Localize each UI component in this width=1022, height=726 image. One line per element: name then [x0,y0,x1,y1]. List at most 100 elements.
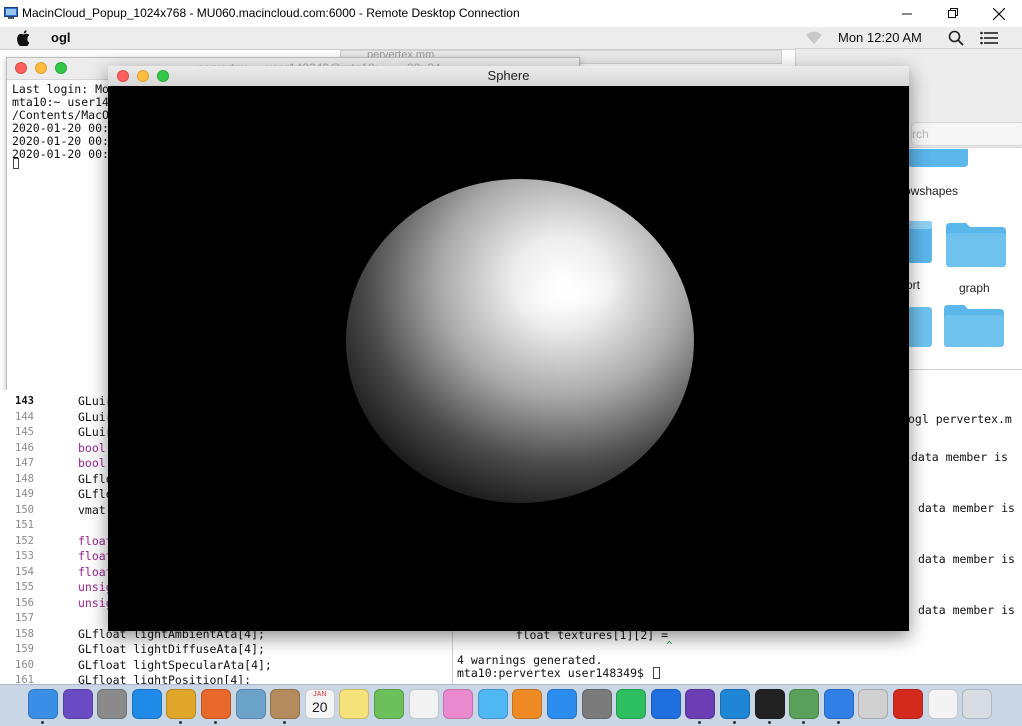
line-number: 152 [15,534,34,547]
terminal-close-button[interactable] [15,62,27,74]
menu-clock[interactable]: Mon 12:20 AM [838,30,922,45]
line-number: 151 [15,519,34,531]
running-indicator [41,721,44,724]
running-indicator [214,721,217,724]
minimize-button[interactable] [884,0,930,27]
folder-icon[interactable] [944,303,1004,347]
evernote-icon[interactable] [616,689,647,719]
terminal-zoom-button[interactable] [55,62,67,74]
running-indicator [802,721,806,724]
preview-icon[interactable] [235,689,266,719]
line-number: 150 [15,503,34,516]
line-number: 145 [15,426,34,438]
line-number: 157 [15,612,34,624]
terminal-line: 2020-01-20 00: [12,147,109,161]
mac-menu-bar: ogl Mon 12:20 AM [0,27,1022,50]
finder-search-field[interactable]: rch [911,122,1022,146]
calendar-icon[interactable]: JAN 20 [304,689,335,719]
restore-icon [947,8,958,18]
line-number: 143 [15,395,34,407]
wifi-icon[interactable] [805,31,823,45]
chrome-icon[interactable] [166,689,197,719]
minimize-icon [901,13,912,15]
visual-studio-icon[interactable] [685,689,716,719]
line-number-gutter: 143 144 145 146 147 148 149 150 151 152 153 154 155 1… [0,390,62,686]
folder-icon[interactable] [908,307,932,347]
restore-button[interactable] [930,0,976,27]
terminal-line: Last login: Mo [12,82,109,96]
folder-icon[interactable] [946,221,1006,267]
code-line: GLfloat lightSpecularAta[4]; [78,657,272,672]
instruments-icon[interactable] [858,689,889,719]
line-number: 159 [15,643,34,655]
firefox-icon[interactable] [201,689,231,719]
running-indicator [283,721,287,724]
running-indicator [698,721,702,724]
code-line: bool [78,456,106,470]
console-command-line: ogl pervertex.m [908,412,1012,426]
terminal-minimize-button[interactable] [35,62,47,74]
notes-icon[interactable] [339,689,370,719]
terminal-line: 2020-01-20 00: [12,121,109,135]
remote-desktop-icon [4,7,18,19]
finder-icon[interactable] [28,689,58,719]
line-number: 148 [15,472,34,485]
apple-menu-icon[interactable] [17,30,31,46]
books-icon[interactable] [512,689,543,719]
line-number: 153 [15,550,34,562]
running-indicator [179,721,183,724]
opengl-canvas[interactable] [108,86,909,631]
notification-center-icon[interactable] [980,31,998,45]
line-number: 146 [15,441,34,454]
menu-app-name[interactable]: ogl [51,30,71,45]
messages-icon[interactable] [477,689,508,719]
xcode-icon[interactable] [823,689,854,719]
code-line: vmat [78,502,106,517]
rdp-title-bar: MacinCloud_Popup_1024x768 - MU060.macinc… [0,0,1022,27]
safari-icon[interactable] [131,689,162,719]
close-button[interactable] [976,0,1022,27]
terminal-line: /Contents/MacO [12,108,109,122]
calendar-day: 20 [312,699,328,715]
spotlight-search-icon[interactable] [948,30,964,46]
console-caret: ^ [666,639,673,652]
console-warning: data member is [911,450,1008,464]
running-indicator [733,721,736,724]
line-number: 158 [15,627,34,640]
sphere-title-bar[interactable]: Sphere [108,66,909,87]
siri-icon[interactable] [62,689,93,719]
console-warning: data member is [918,501,1015,515]
android-studio-icon[interactable] [789,689,820,719]
sphere-window-title: Sphere [487,68,530,83]
photos-icon[interactable] [443,689,474,719]
finder-item-label[interactable]: owshapes [904,184,958,198]
terminal-icon[interactable] [754,689,785,719]
launchpad-icon[interactable] [97,689,128,719]
acrobat-icon[interactable] [893,689,923,719]
rendered-sphere [346,179,694,503]
folder-icon[interactable] [908,221,932,263]
dock: JAN 20 [0,684,1022,726]
running-indicator [767,721,771,724]
console-warning: data member is [918,552,1015,566]
vscode-icon[interactable] [720,689,750,719]
finder-item-label[interactable]: graph [959,281,990,295]
maps-icon[interactable] [374,689,404,719]
line-number: 160 [15,658,34,671]
dropbox-icon[interactable] [650,689,681,719]
close-icon [993,7,1005,20]
calendar-month: JAN [313,691,327,698]
reminders-icon[interactable] [408,689,439,719]
terminal-line: 2020-01-20 00: [12,134,109,148]
terminal-line: mta10:~ user14 [12,95,109,109]
documents-icon[interactable] [927,689,958,719]
folder-icon[interactable] [908,149,968,169]
trash-icon[interactable] [962,689,993,719]
line-number: 149 [15,488,34,500]
code-line: bool [78,440,106,455]
console-warning: data member is [918,603,1015,617]
app-store-icon[interactable] [547,689,577,719]
contacts-icon[interactable] [270,689,301,719]
system-preferences-icon[interactable] [581,689,612,719]
sphere-window[interactable]: Sphere [108,66,909,631]
